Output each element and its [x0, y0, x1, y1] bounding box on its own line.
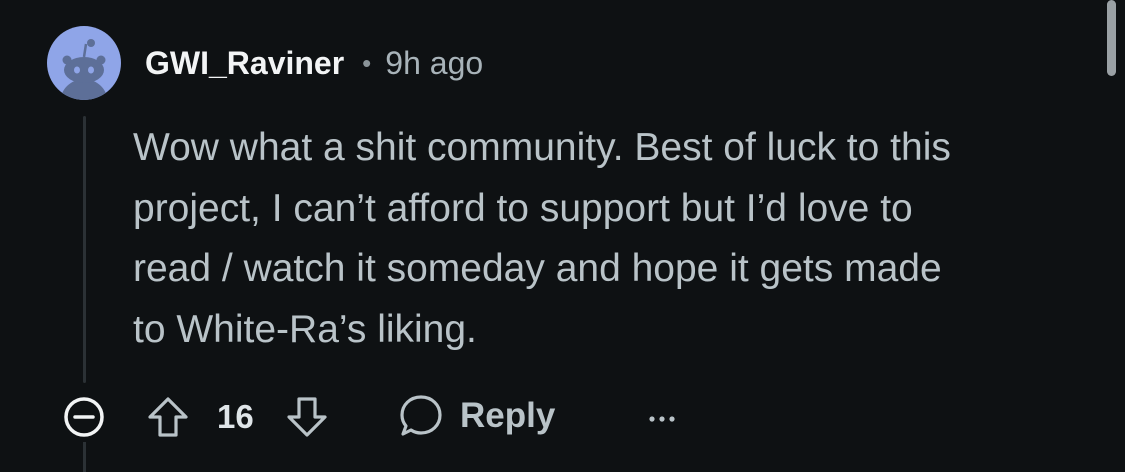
upvote-button[interactable]: [146, 395, 190, 439]
comment-line: Wow what a shit community. Best of luck …: [133, 126, 951, 169]
comment-body: Wow what a shit community. Best of luck …: [133, 118, 1083, 360]
more-options-button[interactable]: [647, 397, 677, 437]
downvote-button[interactable]: [285, 395, 329, 439]
timestamp: 9h ago: [385, 44, 484, 81]
meta-separator: •: [362, 47, 372, 78]
thread-line-continuation[interactable]: [83, 442, 86, 472]
ellipsis-icon: [649, 416, 675, 422]
snoo-avatar-icon[interactable]: [47, 26, 121, 100]
comment-meta: GWI_Raviner • 9h ago: [145, 41, 483, 85]
comment-line: read / watch it someday and hope it gets…: [133, 247, 942, 290]
comment-line: to White-Ra’s liking.: [133, 307, 477, 351]
thread-line[interactable]: [83, 116, 86, 383]
scrollbar[interactable]: [1107, 0, 1116, 76]
vote-count: 16: [217, 398, 254, 435]
reply-label: Reply: [460, 396, 556, 435]
comment-line: project, I can’t afford to support but I…: [133, 186, 913, 230]
collapse-minus-icon: [64, 397, 104, 437]
arrow-down-icon: [287, 397, 327, 437]
username-link[interactable]: GWI_Raviner: [145, 45, 344, 82]
comment-actions: 16 Reply: [60, 392, 700, 442]
speech-bubble-icon: [400, 395, 442, 436]
reply-button[interactable]: Reply: [398, 393, 555, 439]
arrow-up-icon: [148, 397, 188, 437]
collapse-button[interactable]: [63, 396, 105, 438]
